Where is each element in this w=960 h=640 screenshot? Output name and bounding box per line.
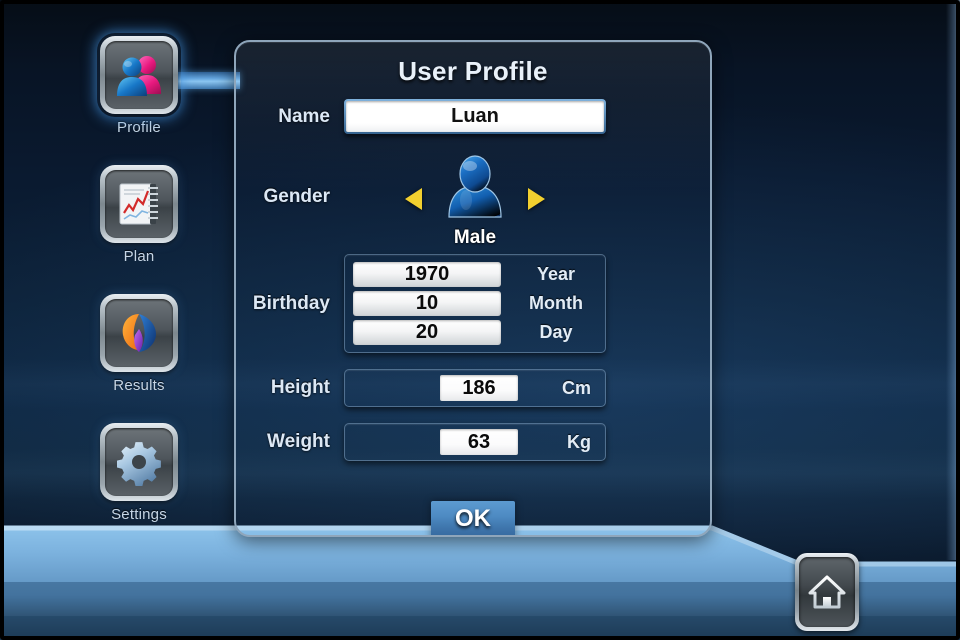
user-profile-panel: User Profile Name Luan Gender Male Birth… [234, 40, 712, 537]
weight-unit: Kg [567, 431, 591, 452]
right-arrow-icon[interactable] [528, 188, 545, 210]
gender-row: Gender Male [236, 155, 710, 249]
sidebar-item-settings[interactable]: Settings [96, 423, 182, 523]
sidebar-tile-profile[interactable] [100, 36, 178, 114]
sidebar-label-plan: Plan [123, 248, 155, 265]
birthday-year-unit: Year [536, 264, 576, 284]
two-people-icon [117, 56, 161, 96]
name-label: Name [278, 105, 330, 127]
height-unit: Cm [561, 377, 591, 398]
birthday-label: Birthday [252, 292, 330, 314]
sidebar-tile-plan[interactable] [100, 165, 178, 243]
sidebar-tile-settings[interactable] [100, 423, 178, 501]
gender-value: Male [453, 227, 497, 248]
birthday-row: Birthday 1970 10 20 Year Month Day [236, 254, 710, 353]
height-label: Height [270, 377, 330, 398]
ok-button-label: OK [455, 505, 491, 532]
sidebar-item-results[interactable]: Results [96, 294, 182, 394]
pie-chart-icon [122, 314, 156, 352]
height-row: Height 186 Cm [236, 369, 710, 407]
sidebar-item-profile[interactable]: Profile [96, 36, 182, 136]
birthday-year-input[interactable]: 1970 [353, 262, 501, 287]
weight-label: Weight [267, 431, 330, 452]
home-icon [808, 575, 846, 609]
weight-row: Weight 63 Kg [236, 423, 710, 461]
submit-row: OK [236, 501, 710, 535]
name-input-value[interactable]: Luan [346, 101, 604, 132]
gear-icon [117, 442, 161, 487]
sidebar-label-profile: Profile [117, 119, 161, 136]
sidebar-item-plan[interactable]: Plan [96, 165, 182, 265]
height-input-value[interactable]: 186 [440, 375, 518, 401]
birthday-day-unit: Day [539, 322, 573, 342]
weight-input-value[interactable]: 63 [440, 429, 518, 455]
gender-label: Gender [263, 186, 330, 207]
birthday-day-input[interactable]: 20 [353, 320, 501, 345]
page-title: User Profile [398, 56, 548, 86]
gender-avatar-wrap: Male [444, 155, 506, 249]
sidebar-label-settings: Settings [111, 506, 167, 523]
ok-button[interactable]: OK [431, 501, 515, 535]
birthday-month-input[interactable]: 10 [353, 291, 501, 316]
home-button[interactable] [795, 553, 859, 631]
background-right-edge-highlight [946, 0, 960, 560]
app-screen: Profile Plan Results Settings User Profi… [0, 0, 960, 640]
sidebar-nav: Profile Plan Results Settings [96, 36, 182, 552]
birthday-values: 1970 10 20 [353, 262, 501, 345]
sidebar-label-results: Results [113, 377, 165, 394]
name-row: Name Luan [236, 99, 710, 134]
birthday-units: Year Month Day [501, 262, 597, 345]
name-input[interactable]: Luan [344, 99, 606, 134]
sidebar-tile-results[interactable] [100, 294, 178, 372]
sidebar-panel-connector [174, 72, 240, 89]
weight-field[interactable]: 63 Kg [344, 423, 606, 461]
male-avatar-icon [448, 155, 502, 218]
birthday-picker: 1970 10 20 Year Month Day [344, 254, 606, 353]
notebook-chart-icon [119, 183, 158, 225]
height-field[interactable]: 186 Cm [344, 369, 606, 407]
gender-selector: Male [344, 155, 606, 249]
left-arrow-icon[interactable] [405, 188, 422, 210]
birthday-month-unit: Month [529, 293, 583, 313]
